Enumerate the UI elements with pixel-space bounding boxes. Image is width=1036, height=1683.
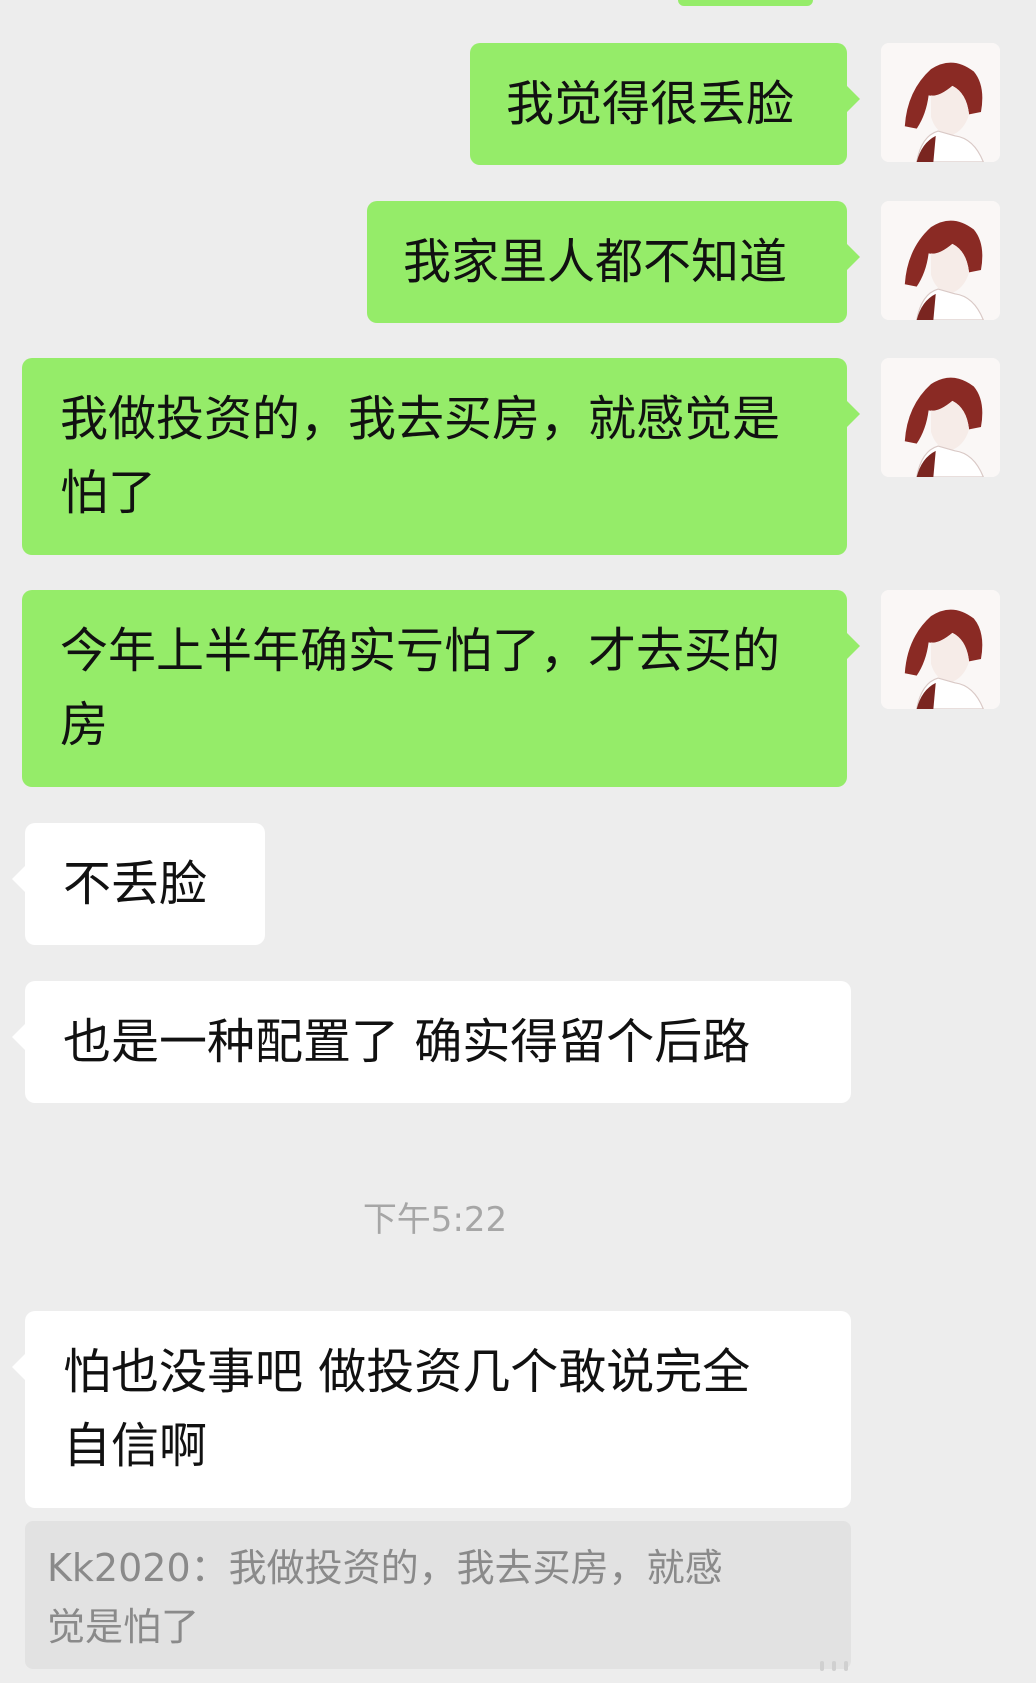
quoted-message[interactable]: Kk2020：我做投资的，我去买房，就感 觉是怕了 (25, 1521, 851, 1669)
message-bubble-self[interactable]: 我做投资的，我去买房，就感觉是 怕了 (22, 358, 860, 555)
scroll-indicator (820, 1661, 1020, 1671)
self-avatar[interactable] (881, 590, 1000, 709)
anime-avatar-icon (881, 590, 1000, 709)
message-bubble-other[interactable]: 怕也没事吧 做投资几个敢说完全 自信啊 (12, 1311, 851, 1508)
message-text: 今年上半年确实亏怕了，才去买的 房 (60, 623, 781, 753)
message-bubble-self[interactable]: 我家里人都不知道 (367, 201, 860, 323)
chat-window: 我觉得很丢脸 我家里人都不知道 我做投资的，我去买房，就感觉是 怕了 今年上半年… (0, 0, 1036, 1683)
message-text: 怕也没事吧 做投资几个敢说完全 自信啊 (63, 1344, 751, 1474)
self-avatar[interactable] (881, 358, 1000, 477)
message-text: 不丢脸 (63, 856, 208, 912)
message-bubble-self[interactable]: 我觉得很丢脸 (470, 43, 860, 165)
message-text: 我做投资的，我去买房，就感觉是 怕了 (60, 391, 781, 521)
anime-avatar-icon (881, 358, 1000, 477)
anime-avatar-icon (881, 43, 1000, 162)
message-text: 我觉得很丢脸 (506, 76, 795, 132)
self-avatar[interactable] (881, 201, 1000, 320)
message-bubble-other[interactable]: 也是一种配置了 确实得留个后路 (12, 981, 851, 1103)
message-bubble-self[interactable]: 今年上半年确实亏怕了，才去买的 房 (22, 590, 860, 787)
partial-message-bubble (678, 0, 813, 6)
quoted-message-text: Kk2020：我做投资的，我去买房，就感 觉是怕了 (47, 1546, 723, 1649)
message-bubble-other[interactable]: 不丢脸 (12, 823, 265, 945)
timestamp: 下午5:22 (362, 1200, 508, 1240)
anime-avatar-icon (881, 201, 1000, 320)
message-text: 我家里人都不知道 (403, 234, 788, 290)
message-text: 也是一种配置了 确实得留个后路 (63, 1014, 751, 1070)
self-avatar[interactable] (881, 43, 1000, 162)
